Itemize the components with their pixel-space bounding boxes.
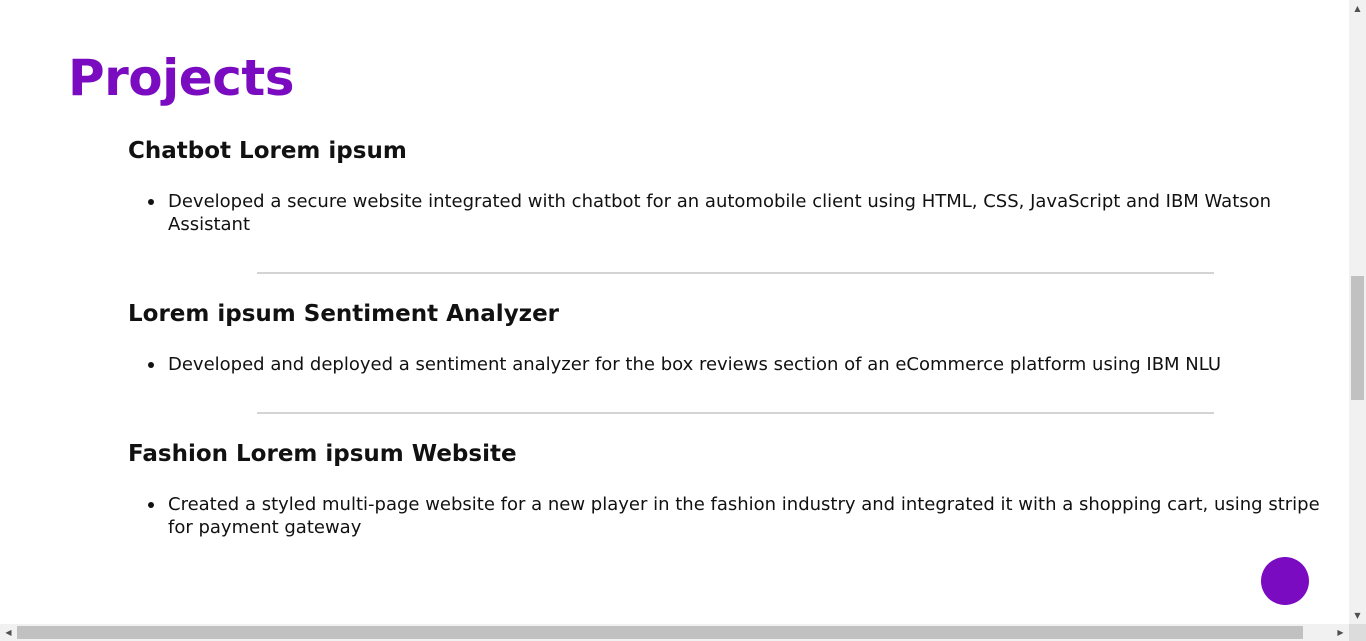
- project-bullet-text: Developed a secure website integrated wi…: [168, 191, 1272, 235]
- bullet-dot-icon: [148, 362, 154, 368]
- project-bullets: Developed a secure website integrated wi…: [128, 190, 1328, 236]
- project-bullet-text: Developed and deployed a sentiment analy…: [168, 354, 1222, 375]
- project-divider: [257, 272, 1214, 274]
- project-item: Lorem ipsum Sentiment Analyzer Developed…: [128, 300, 1328, 376]
- project-divider: [257, 412, 1214, 414]
- floating-action-button[interactable]: [1261, 557, 1309, 605]
- project-bullets: Developed and deployed a sentiment analy…: [128, 353, 1328, 376]
- horizontal-scroll-thumb[interactable]: [17, 626, 1303, 639]
- project-title: Chatbot Lorem ipsum: [128, 138, 407, 164]
- project-title: Fashion Lorem ipsum Website: [128, 441, 517, 467]
- scroll-up-icon[interactable]: ▲: [1349, 0, 1366, 17]
- project-bullets: Created a styled multi-page website for …: [128, 493, 1343, 539]
- project-item: Chatbot Lorem ipsum Developed a secure w…: [128, 137, 1328, 236]
- project-bullet: Developed and deployed a sentiment analy…: [148, 353, 1328, 376]
- scroll-left-icon[interactable]: ◀: [0, 624, 17, 641]
- vertical-scroll-thumb[interactable]: [1351, 276, 1364, 400]
- scroll-right-icon[interactable]: ▶: [1332, 624, 1349, 641]
- scrollbar-corner: [1349, 624, 1366, 641]
- project-bullet: Created a styled multi-page website for …: [148, 493, 1343, 539]
- project-bullet-text: Created a styled multi-page website for …: [168, 494, 1320, 538]
- horizontal-scrollbar[interactable]: ◀ ▶: [0, 624, 1349, 641]
- vertical-scrollbar[interactable]: ▲ ▼: [1349, 0, 1366, 624]
- bullet-dot-icon: [148, 502, 154, 508]
- project-title: Lorem ipsum Sentiment Analyzer: [128, 301, 560, 327]
- bullet-dot-icon: [148, 199, 154, 205]
- page-viewport: Projects Chatbot Lorem ipsum Developed a…: [0, 0, 1349, 624]
- section-title: Projects: [68, 49, 295, 107]
- scroll-down-icon[interactable]: ▼: [1349, 607, 1366, 624]
- project-item: Fashion Lorem ipsum Website Created a st…: [128, 440, 1343, 539]
- project-bullet: Developed a secure website integrated wi…: [148, 190, 1328, 236]
